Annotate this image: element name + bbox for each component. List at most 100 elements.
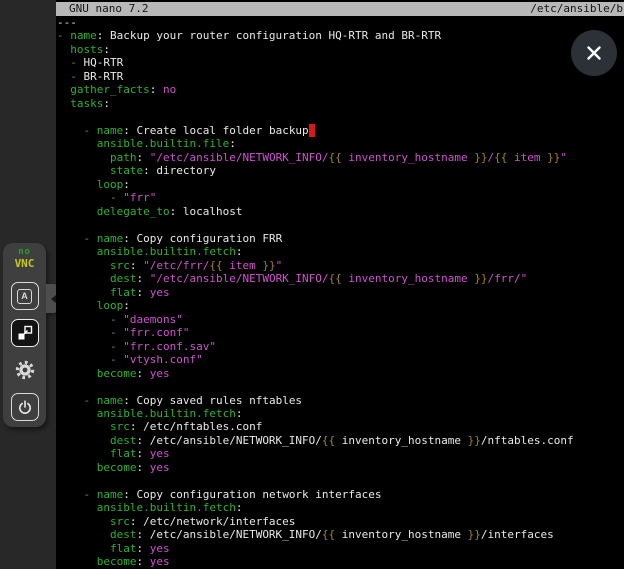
code-segment: HQ-RTR [84, 56, 124, 69]
novnc-logo: no VNC [15, 248, 35, 269]
code-segment: "frr.conf.sav" [123, 340, 216, 353]
code-segment [57, 367, 97, 380]
close-button[interactable] [571, 30, 617, 76]
code-segment: {{ [494, 151, 507, 164]
editor-line: - name: Copy configuration network inter… [57, 488, 624, 501]
editor-line: - name: Copy configuration FRR [57, 232, 624, 245]
code-segment: state [110, 164, 143, 177]
editor-line: - "vtysh.conf" [57, 353, 624, 366]
code-segment [57, 259, 110, 272]
code-segment: become [97, 367, 137, 380]
code-segment: flat [110, 286, 137, 299]
code-segment: : [137, 367, 150, 380]
code-segment: - [57, 29, 70, 42]
novnc-logo-bottom: VNC [15, 258, 35, 269]
code-segment: "frr.conf" [123, 326, 189, 339]
code-segment: - [110, 313, 123, 326]
editor-line: - HQ-RTR [57, 56, 624, 69]
editor-line: - BR-RTR [57, 70, 624, 83]
code-segment: "daemons" [123, 313, 183, 326]
code-segment: yes [150, 447, 170, 460]
code-segment: - [84, 232, 97, 245]
keyboard-button[interactable]: A [11, 282, 39, 310]
editor-line: dest: "/etc/ansible/NETWORK_INFO/{{ inve… [57, 272, 624, 285]
power-button[interactable] [11, 393, 39, 421]
editor-line: src: /etc/network/interfaces [57, 515, 624, 528]
code-segment: yes [150, 555, 170, 568]
code-segment [57, 286, 110, 299]
power-icon [17, 399, 33, 415]
code-segment [57, 447, 110, 460]
editor-line: src: "/etc/frr/{{ item }}" [57, 259, 624, 272]
code-segment [57, 124, 84, 137]
code-segment: - [110, 353, 123, 366]
nano-titlebar: GNU nano 7.2 /etc/ansible/b [56, 2, 624, 16]
code-segment: inventory_hostname [335, 528, 467, 541]
code-segment: inventory_hostname [335, 434, 467, 447]
code-segment: - [70, 70, 83, 83]
code-segment: : [236, 501, 243, 514]
code-segment: "/etc/frr/ [143, 259, 209, 272]
code-segment: yes [150, 461, 170, 474]
terminal-window: GNU nano 7.2 /etc/ansible/b ---- name: B… [56, 0, 624, 569]
code-segment: : /etc/nftables.conf [130, 420, 262, 433]
editor-line: flat: yes [57, 447, 624, 460]
code-segment [57, 43, 70, 56]
app-title: GNU nano 7.2 [69, 2, 148, 16]
code-segment: dest [110, 434, 137, 447]
code-segment: tasks [70, 97, 103, 110]
settings-button[interactable] [11, 356, 39, 384]
editor-line: become: yes [57, 461, 624, 474]
vnc-control-panel: no VNC A [3, 243, 46, 427]
code-segment: : Copy configuration network interfaces [123, 488, 381, 501]
code-segment: : [236, 407, 243, 420]
code-segment: src [110, 420, 130, 433]
editor-line: become: yes [57, 367, 624, 380]
editor-line: - name: Create local folder backup [57, 124, 624, 137]
code-segment: - [110, 191, 123, 204]
editor-line: - name: Copy saved rules nftables [57, 394, 624, 407]
code-segment: - [84, 124, 97, 137]
code-segment: {{ [329, 272, 342, 285]
editor-line: dest: /etc/ansible/NETWORK_INFO/{{ inven… [57, 434, 624, 447]
editor-line: hosts: [57, 43, 624, 56]
code-segment [57, 407, 97, 420]
fullscreen-button[interactable] [11, 319, 39, 347]
code-segment: loop [97, 178, 124, 191]
editor-line: delegate_to: localhost [57, 205, 624, 218]
code-segment: ansible.builtin.fetch [97, 245, 236, 258]
editor-line: loop: [57, 299, 624, 312]
code-segment: " [276, 259, 283, 272]
code-segment: - [110, 326, 123, 339]
editor-line [57, 110, 624, 123]
code-segment: become [97, 461, 137, 474]
code-segment [57, 353, 110, 366]
code-segment: : [236, 245, 243, 258]
code-segment [57, 488, 84, 501]
code-segment [57, 70, 70, 83]
code-segment: item [223, 259, 263, 272]
code-segment: /frr/" [488, 272, 528, 285]
code-segment: name [70, 29, 97, 42]
code-segment: ansible.builtin.file [97, 137, 229, 150]
code-segment: }} [468, 434, 481, 447]
editor-line: - "frr.conf" [57, 326, 624, 339]
code-segment: src [110, 515, 130, 528]
code-segment: {{ [322, 434, 335, 447]
code-segment: hosts [70, 43, 103, 56]
code-segment [57, 137, 97, 150]
code-segment: src [110, 259, 130, 272]
code-segment: }} [468, 528, 481, 541]
code-segment [57, 151, 110, 164]
code-segment: : localhost [170, 205, 243, 218]
editor-content[interactable]: ---- name: Backup your router configurat… [57, 16, 624, 569]
code-segment: : [136, 272, 149, 285]
code-segment: : [136, 542, 149, 555]
code-segment [57, 420, 110, 433]
code-segment [57, 555, 97, 568]
code-segment: inventory_hostname [342, 151, 474, 164]
code-segment: : Copy configuration FRR [123, 232, 282, 245]
editor-line: tasks: [57, 97, 624, 110]
code-segment: inventory_hostname [342, 272, 474, 285]
code-segment: }} [262, 259, 275, 272]
